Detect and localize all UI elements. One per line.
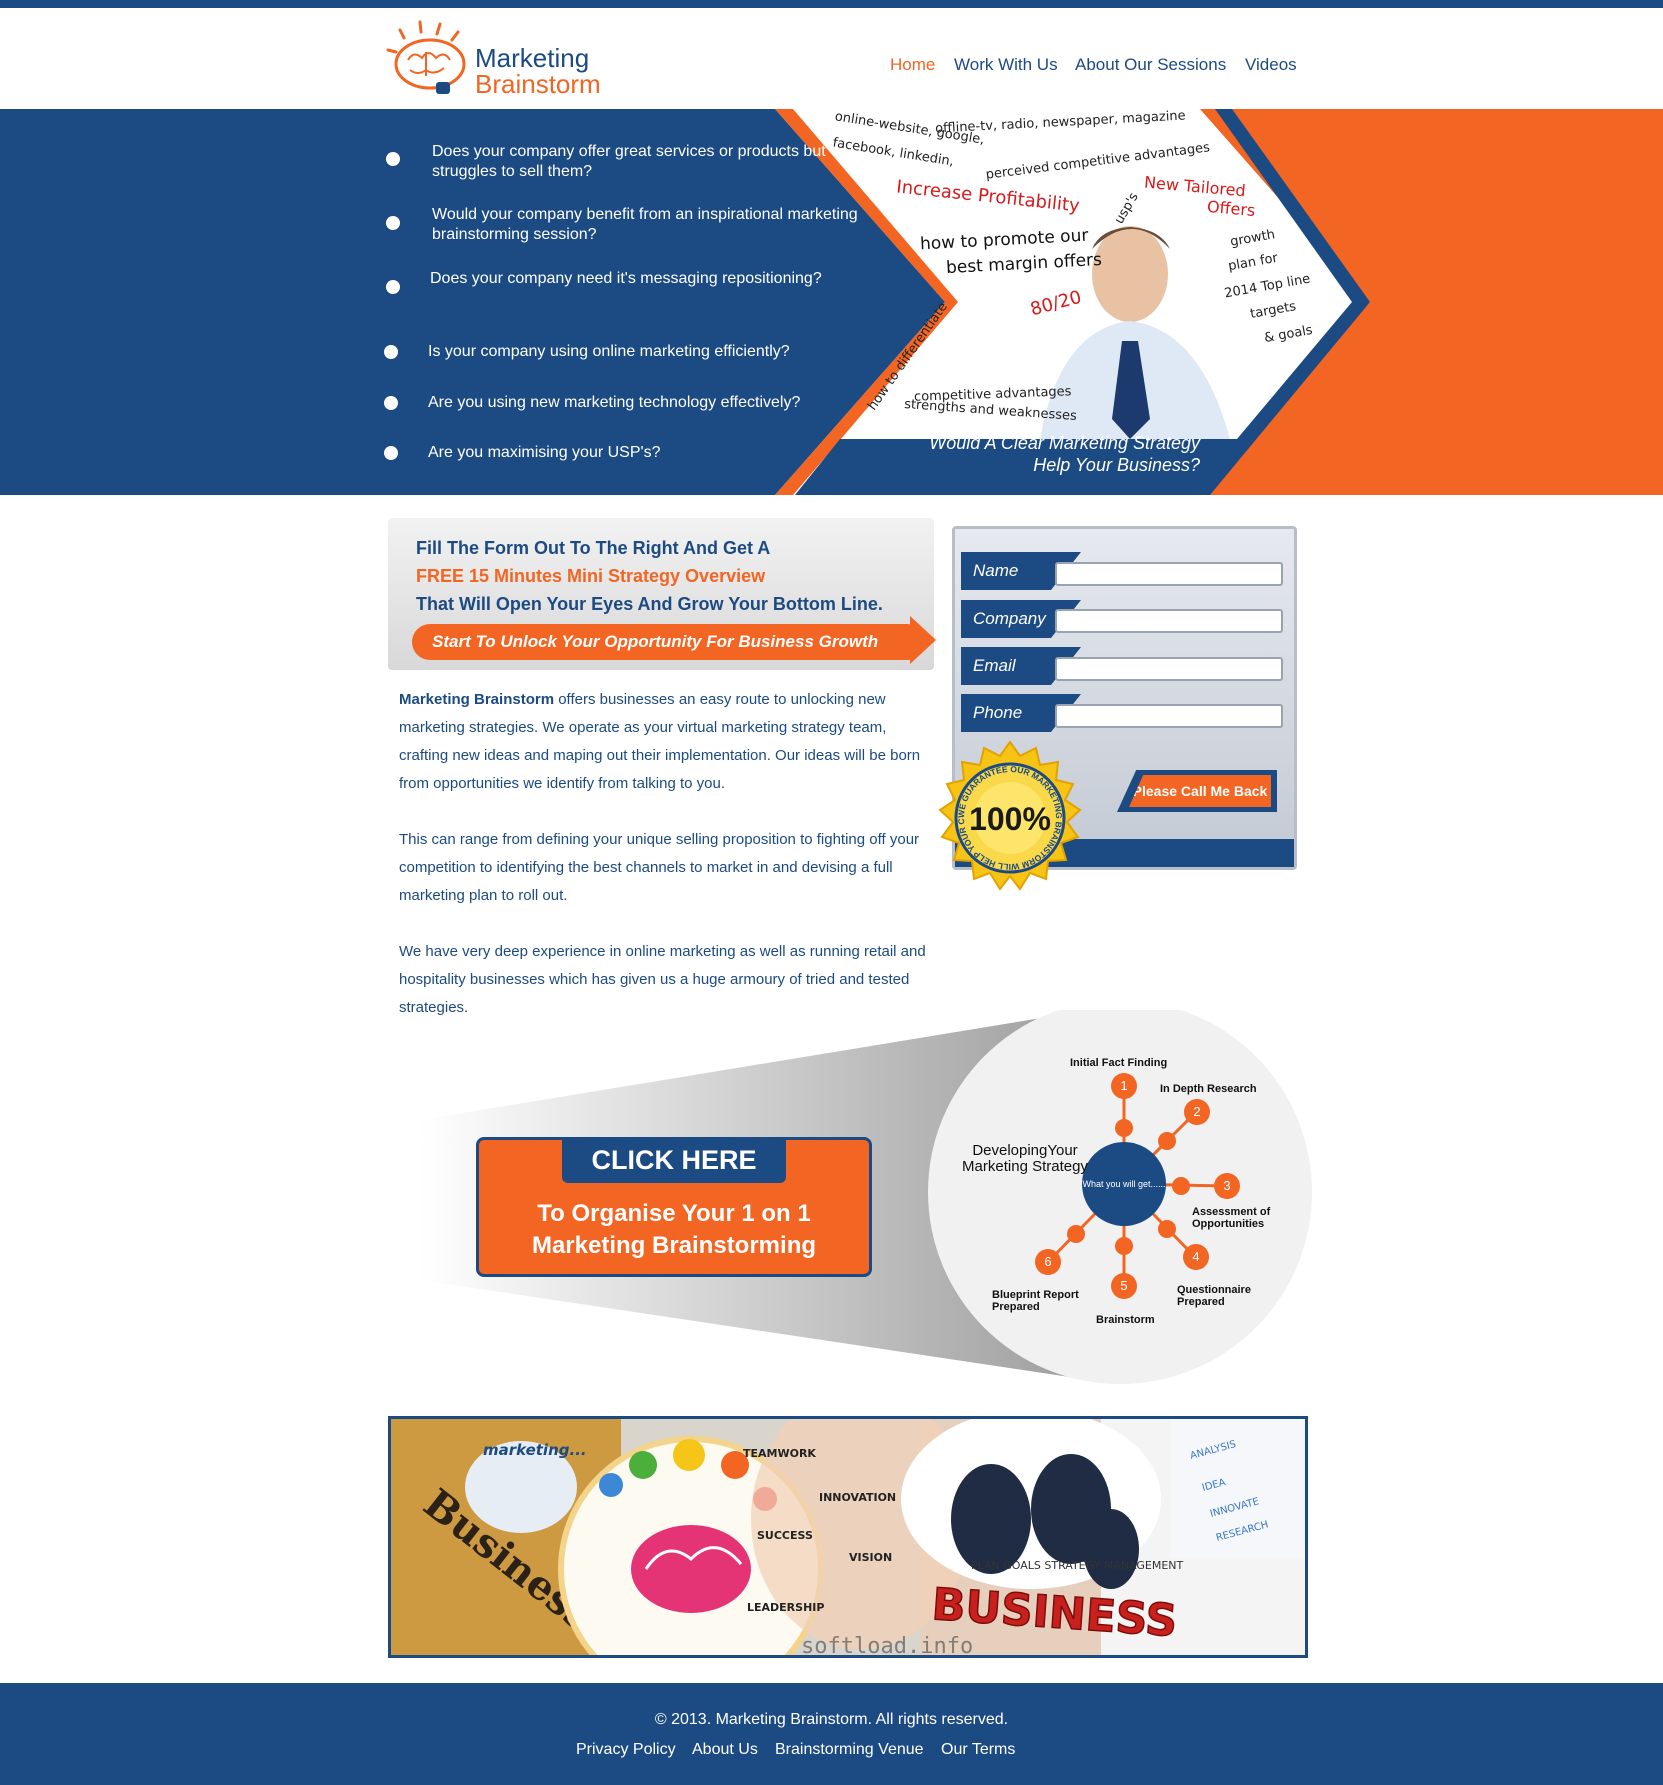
banner-word-cloud: PLAN GOALS STRATEGY MANAGEMENT: [971, 1559, 1184, 1572]
offer-box: Fill The Form Out To The Right And Get A…: [388, 518, 934, 670]
nav-work-with-us[interactable]: Work With Us: [954, 55, 1058, 75]
seal-percent: 100%: [969, 801, 1051, 837]
bullet-dot: [384, 345, 398, 359]
offer-line-1: Fill The Form Out To The Right And Get A: [416, 538, 771, 558]
offer-line-3: That Will Open Your Eyes And Grow Your B…: [416, 594, 883, 614]
bullet-dot: [384, 446, 398, 460]
process-step-2-badge: 2: [1184, 1099, 1210, 1125]
hero-question-1: Does your company offer great services o…: [432, 143, 826, 180]
process-step-6-badge: 6: [1035, 1249, 1061, 1275]
nav-videos[interactable]: Videos: [1245, 55, 1297, 75]
footer-link-venue[interactable]: Brainstorming Venue: [775, 1741, 924, 1759]
hero-banner: Does your company offer great services o…: [0, 109, 1663, 495]
hero-question-6: Are you maximising your USP's?: [428, 444, 661, 461]
call-me-back-label: Please Call Me Back: [1129, 775, 1271, 807]
bullet-dot: [386, 280, 400, 294]
banner-marketing-text: marketing...: [483, 1441, 587, 1459]
process-step-5-label: Brainstorm: [1096, 1314, 1155, 1326]
email-field[interactable]: [1055, 657, 1283, 681]
process-step-1-badge: 1: [1111, 1073, 1137, 1099]
top-accent-bar: [0, 0, 1663, 8]
nav-home[interactable]: Home: [890, 55, 935, 75]
site-header: Marketing Brainstorm Home Work With Us A…: [0, 8, 1663, 109]
banner-watermark: softload.info: [801, 1634, 973, 1655]
footer-link-terms[interactable]: Our Terms: [941, 1741, 1015, 1759]
process-step-4-label: Questionnaire Prepared: [1177, 1284, 1251, 1308]
range-paragraph: This can range from defining your unique…: [399, 831, 920, 904]
process-step-4-badge: 4: [1183, 1244, 1209, 1270]
hero-cta-line-1: Would A Clear Marketing Strategy: [929, 433, 1200, 453]
hero-question-4: Is your company using online marketing e…: [428, 343, 790, 360]
click-here-label: CLICK HERE: [562, 1137, 786, 1183]
unlock-opportunity-button[interactable]: Start To Unlock Your Opportunity For Bus…: [412, 624, 912, 660]
hero-question-2: Would your company benefit from an inspi…: [432, 206, 858, 243]
process-step-6-label: Blueprint Report Prepared: [992, 1289, 1079, 1313]
company-field[interactable]: [1055, 609, 1283, 633]
bullet-dot: [384, 396, 398, 410]
banner-word-vision: VISION: [849, 1551, 892, 1564]
footer-link-privacy[interactable]: Privacy Policy: [576, 1741, 676, 1759]
brain-bulb-icon: [386, 20, 466, 94]
hero-cta-text: Would A Clear Marketing Strategy Help Yo…: [900, 432, 1200, 476]
hero-question-3: Does your company need it's messaging re…: [430, 270, 822, 287]
offer-line-2: FREE 15 Minutes Mini Strategy Overview: [416, 566, 766, 586]
banner-word-success: SUCCESS: [757, 1529, 813, 1542]
cta-line-2: Marketing Brainstorming: [531, 1232, 817, 1259]
cta-line-1: To Organise Your 1 on 1: [537, 1200, 811, 1227]
process-center-text: What you will get......: [1082, 1179, 1165, 1189]
site-footer: © 2013. Marketing Brainstorm. All rights…: [0, 1683, 1663, 1785]
hero-cta-line-2: Help Your Business?: [1033, 455, 1200, 475]
banner-word-leadership: LEADERSHIP: [747, 1601, 824, 1614]
logo-text-brainstorm: Brainstorm: [475, 69, 601, 99]
call-me-back-button[interactable]: Please Call Me Back: [1117, 770, 1277, 812]
nav-about-sessions[interactable]: About Our Sessions: [1075, 55, 1226, 75]
process-step-2-label: In Depth Research: [1160, 1083, 1257, 1095]
intro-brand: Marketing Brainstorm: [399, 691, 555, 708]
click-here-subtext: To Organise Your 1 on 1 Marketing Brains…: [479, 1198, 869, 1262]
name-field[interactable]: [1055, 562, 1283, 586]
phone-field[interactable]: [1055, 704, 1283, 728]
logo[interactable]: Marketing Brainstorm: [378, 16, 628, 101]
intro-paragraph: Marketing Brainstorm offers businesses a…: [399, 686, 929, 798]
footer-link-about[interactable]: About Us: [692, 1741, 758, 1759]
banner-word-innovation: INNOVATION: [819, 1491, 896, 1504]
process-step-5-badge: 5: [1111, 1273, 1137, 1299]
copyright-text: © 2013. Marketing Brainstorm. All rights…: [654, 1711, 1009, 1728]
organise-brainstorming-button[interactable]: CLICK HERE To Organise Your 1 on 1 Marke…: [476, 1137, 872, 1277]
collage-image: Business Plan marketing... TEAMWORK INNO…: [391, 1419, 1305, 1655]
collage-banner: Business Plan marketing... TEAMWORK INNO…: [388, 1416, 1308, 1658]
guarantee-seal-icon: WE GUARANTEE OUR MARKETING BRAINSTORM WI…: [930, 740, 1082, 891]
process-step-3-label: Assessment of Opportunities: [1192, 1206, 1271, 1230]
bullet-dot: [386, 152, 400, 166]
bullet-dot: [386, 216, 400, 230]
process-title: DevelopingYour Marketing Strategy: [962, 1142, 1088, 1175]
note-tailored-2: Offers: [1206, 196, 1257, 221]
banner-word-teamwork: TEAMWORK: [743, 1447, 816, 1460]
process-step-1-label: Initial Fact Finding: [1070, 1057, 1168, 1069]
process-step-3-badge: 3: [1214, 1173, 1240, 1199]
offer-arrow-icon: [910, 616, 936, 664]
